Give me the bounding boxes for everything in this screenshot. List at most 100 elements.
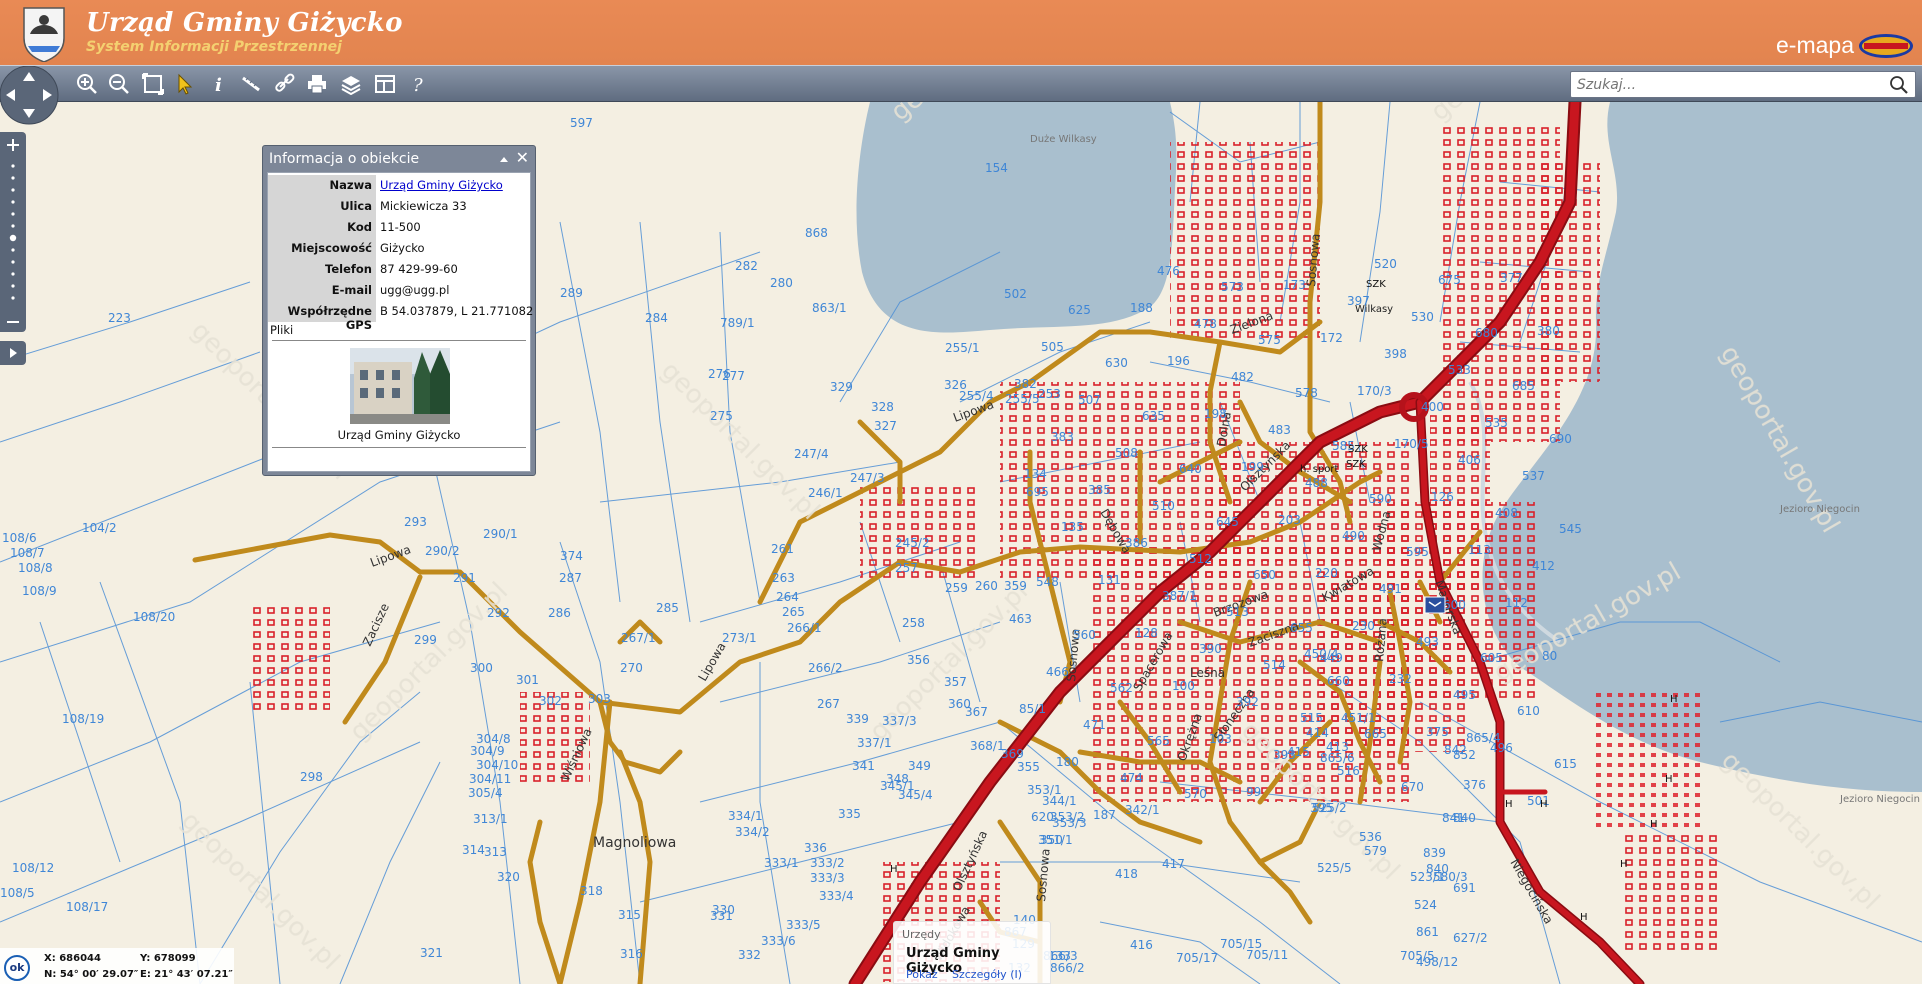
parcel-number: 374 [560,549,583,563]
link-button[interactable] [272,71,298,97]
parcel-number: 483 [1268,423,1291,437]
printer-icon [308,75,326,94]
tooltip-show-link[interactable]: Pokaż [906,968,938,981]
info-value: Giżycko [380,241,425,255]
office-photo[interactable] [350,348,450,424]
parcel-number: 321 [420,946,443,960]
parcel-number: 128 [1135,626,1158,640]
coordinates-readout: ok X: 686044 Y: 678099 N: 54° 00′ 29.07″… [0,948,234,984]
parcel-number: 333/4 [819,889,854,903]
parcel-number: 406 [1458,453,1481,467]
parcel-number: 328 [871,400,894,414]
parcel-number: 495 [1453,688,1476,702]
place-label: Jezioro Niegocin [1839,794,1920,805]
info-value: 11-500 [380,220,421,234]
select-button[interactable] [172,71,198,97]
parcel-number: 625 [1068,303,1091,317]
parcel-number: 369 [1001,747,1024,761]
parcel-number: 299 [414,633,437,647]
parcel-number: 630 [1105,356,1128,370]
parcel-number: 261 [771,542,794,556]
parcel-number: 345/4 [898,788,933,802]
tooltip-details-link[interactable]: Szczegóły (I) [952,968,1022,981]
parcel-number: 695 [1026,485,1049,499]
layers-icon [341,76,361,95]
parcel-number: 490 [1342,529,1365,543]
zoom-scale-icon [7,139,19,323]
parcel-number: 514 [1263,658,1286,672]
coat-of-arms-icon [23,7,65,62]
street-label: Magnoliowa [593,835,676,851]
parcel-number: 334/1 [728,809,763,823]
office-name-link[interactable]: Urząd Gminy Giżycko [380,178,503,192]
minimize-icon[interactable] [499,154,509,164]
pan-control[interactable] [0,66,62,128]
parcel-number: 170/5 [1394,437,1429,451]
search-icon[interactable] [1889,75,1909,95]
parcel-number: 255/4 [959,389,994,403]
map-small-label: H [1665,774,1673,785]
parcel-number: 620 [1031,810,1054,824]
map-small-label: H [1670,694,1678,705]
parcel-number: 400 [1421,400,1444,414]
parcel-number: 392 [1236,695,1259,709]
layers-button[interactable] [338,71,364,97]
parcel-number: 334/2 [735,825,770,839]
parcel-number: 660 [1327,674,1350,688]
parcel-number: 188 [1130,301,1153,315]
parcel-number: 478 [1194,317,1217,331]
parcel-number: 645 [1216,515,1239,529]
app-title: Urząd Gminy Giżycko [86,8,403,38]
parcel-number: 344/1 [1042,794,1077,808]
search-box [1570,71,1916,98]
map-small-label: H [1540,799,1548,810]
place-label: Duże Wilkasy [1030,134,1097,145]
ok-button[interactable]: ok [4,955,30,981]
zoom-extent-button[interactable] [140,71,166,97]
parcel-number: 337/3 [882,714,917,728]
parcel-number: 173 [1283,278,1306,292]
parcel-number: 578 [1295,386,1318,400]
parcel-number: 300 [470,661,493,675]
layout-button[interactable] [372,71,398,97]
parcel-number: 302 [539,694,562,708]
parcel-number: 640 [1179,462,1202,476]
info-label: Ulica [268,196,376,217]
object-info-panel[interactable]: Informacja o obiekcie ✕ Nazwa Urząd Gmin… [262,145,536,476]
parcel-number: 267 [817,697,840,711]
parcel-number: 482 [1231,370,1254,384]
close-icon[interactable]: ✕ [516,150,529,166]
parcel-number: 330 [712,903,735,917]
brand-name: e-mapa [1776,32,1854,58]
parcel-number: 305/4 [468,786,503,800]
side-panel-toggle[interactable] [0,341,26,365]
search-input[interactable] [1577,75,1877,95]
parcel-number: 414 [1306,726,1329,740]
parcel-number: 356 [907,653,930,667]
parcel-number: 247/3 [850,471,885,485]
parcel-number: 266/2 [808,661,843,675]
parcel-number: 286 [548,606,571,620]
parcel-number: 635 [1142,409,1165,423]
parcel-number: 383 [1051,430,1074,444]
parcel-number: 840 [1453,811,1476,825]
info-button[interactable]: i [206,71,232,97]
zoom-out-button[interactable] [106,71,132,97]
parcel-number: 655 [1290,621,1313,635]
print-button[interactable] [304,71,330,97]
zoom-slider[interactable] [0,132,26,332]
help-button[interactable]: ? [406,71,432,97]
parcel-number: 450/4 [1304,647,1339,661]
parcel-number: 108/9 [22,584,57,598]
parcel-number: 85/1 [1019,702,1046,716]
app-header: Urząd Gminy Giżycko System Informacji Pr… [0,0,1922,65]
parcel-number: 108/19 [62,712,104,726]
parcel-number: 247/4 [794,447,829,461]
divider [272,447,526,448]
zoom-in-button[interactable] [74,71,100,97]
post-office-marker [1424,596,1446,614]
parcel-number: 866/2 [1050,961,1085,975]
measure-button[interactable] [238,71,264,97]
parcel-number: 491 [1379,582,1402,596]
parcel-number: 232 [1389,672,1412,686]
